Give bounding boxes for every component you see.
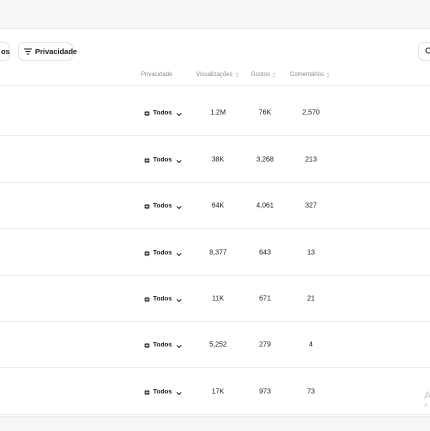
right-chip[interactable] [418,42,430,61]
views-value: 17K [211,388,225,396]
globe-icon [144,157,150,163]
header-likes[interactable]: Gostos [251,72,276,78]
privacy-dropdown[interactable]: Todos [144,110,182,117]
views-value: 64K [211,202,225,210]
chevron-down-icon [176,158,182,163]
table-row: Todos 64K 4,061 327 [0,182,430,229]
header-privacy: Privacidade [141,72,172,78]
likes-value: 671 [259,295,271,303]
privacy-dropdown[interactable]: Todos [144,250,182,257]
privacy-dropdown[interactable]: Todos [144,203,182,210]
views-value: 11K [212,295,224,303]
chevron-down-icon [176,390,182,395]
filter-bar: os Privacidade [0,40,430,64]
filter-icon [24,48,32,55]
privacy-value: Todos [153,202,173,210]
table-row: Todos 8,377 643 13 [0,229,430,276]
sort-icon [272,72,276,78]
sort-icon [326,72,330,78]
likes-value: 76K [258,109,272,117]
views-value: 5,252 [209,341,227,349]
comments-value: 73 [307,388,315,396]
chevron-down-icon [176,343,182,348]
table-row: Todos 1.2M 76K 2,570 [0,89,430,136]
header-views-label: Visualizações [196,72,233,78]
comments-value: 4 [309,341,313,349]
likes-value: 279 [259,341,271,349]
table-row: Todos 5,252 279 4 [0,321,430,368]
privacy-value: Todos [153,295,173,303]
likes-value: 4,061 [256,202,274,210]
table-row: Todos 38K 3,268 213 [0,136,430,183]
comments-value: 213 [305,156,317,164]
views-value: 1.2M [210,109,226,117]
privacy-dropdown[interactable]: Todos [144,342,182,349]
privacy-value: Todos [153,341,173,349]
watermark-subtext: A [424,403,429,409]
privacy-filter-label: Privacidade [35,47,78,56]
filter-chip-label: os [1,47,10,56]
globe-icon [144,250,150,256]
table-row: Todos 11K 671 21 [0,275,430,322]
likes-value: 3,268 [256,156,274,164]
privacy-value: Todos [153,249,173,257]
globe-icon [144,389,150,395]
refresh-icon [425,47,430,56]
chevron-down-icon [176,251,182,256]
privacy-dropdown[interactable]: Todos [144,296,182,303]
comments-value: 21 [307,295,315,303]
header-views[interactable]: Visualizações [196,72,239,78]
comments-value: 2,570 [302,109,320,117]
filter-chip[interactable]: os [0,42,10,61]
privacy-filter-button[interactable]: Privacidade [18,42,77,61]
chevron-down-icon [176,111,182,116]
views-value: 8,377 [209,249,227,257]
header-comments[interactable]: Comentários [290,72,330,78]
table-header: Privacidade Visualizações Gostos Comentá… [0,66,430,86]
header-privacy-label: Privacidade [141,72,173,78]
header-comments-label: Comentários [290,72,325,78]
likes-value: 643 [259,249,271,257]
globe-icon [144,342,150,348]
likes-value: 973 [259,388,271,396]
privacy-value: Todos [153,109,173,117]
top-bar [0,0,430,29]
globe-icon [144,203,150,209]
privacy-dropdown[interactable]: Todos [144,389,182,396]
chevron-down-icon [176,204,182,209]
bottom-bar [0,416,430,431]
sort-icon [235,72,239,78]
comments-value: 327 [305,202,317,210]
comments-value: 13 [307,249,315,257]
header-likes-label: Gostos [251,72,271,78]
chevron-down-icon [176,297,182,302]
privacy-value: Todos [153,388,173,396]
privacy-dropdown[interactable]: Todos [144,157,182,164]
watermark-text: A [424,390,430,402]
table-row: Todos 17K 973 73 [0,368,430,415]
globe-icon [144,296,150,302]
globe-icon [144,110,150,116]
views-value: 38K [211,156,225,164]
privacy-value: Todos [153,156,173,164]
